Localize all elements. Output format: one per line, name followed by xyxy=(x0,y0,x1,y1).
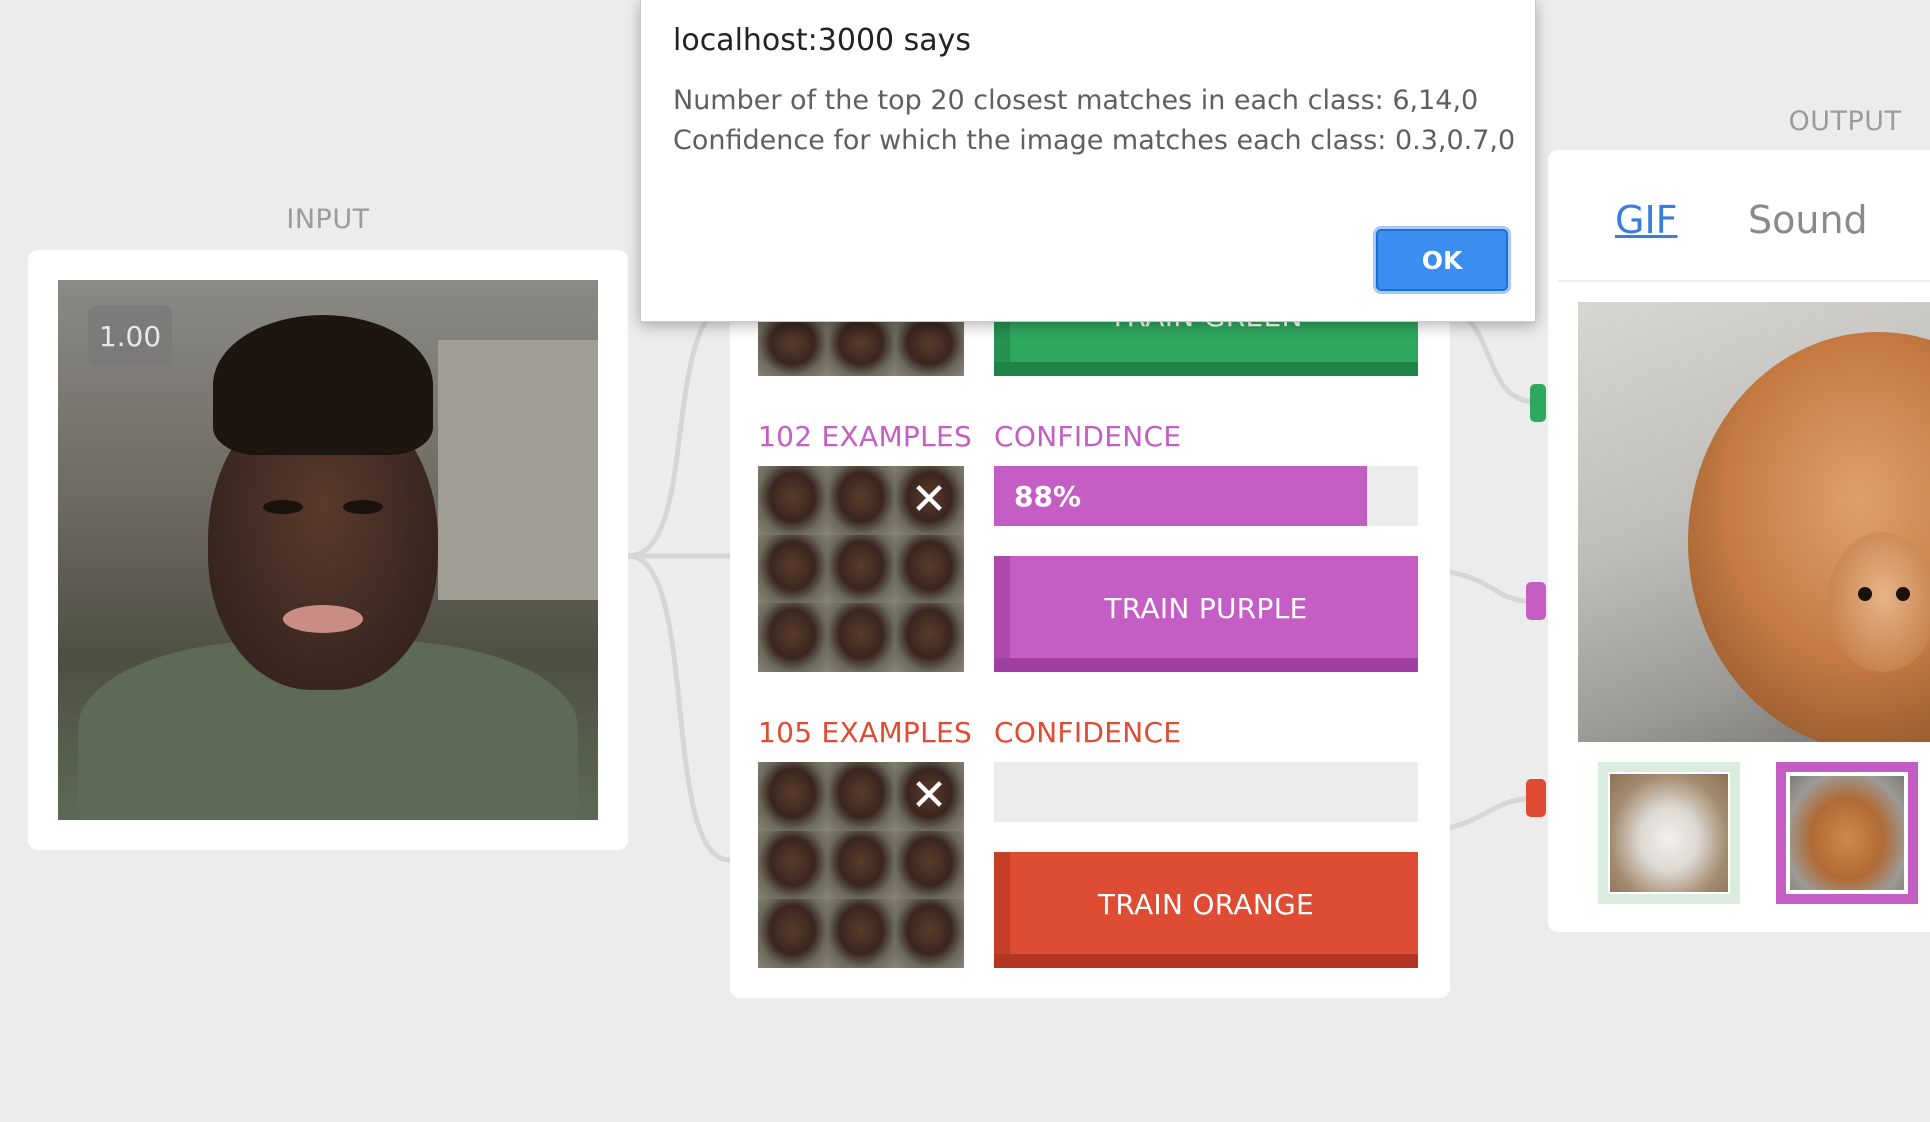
orange-confidence-bar xyxy=(994,762,1418,822)
output-card: GIF Sound xyxy=(1548,150,1930,932)
purple-confidence-label: CONFIDENCE xyxy=(994,420,1182,453)
tab-sound[interactable]: Sound xyxy=(1748,198,1868,242)
train-orange-label: TRAIN ORANGE xyxy=(1097,887,1315,921)
purple-confidence-fill: 88% xyxy=(994,466,1368,526)
alert-dialog: localhost:3000 says Number of the top 20… xyxy=(640,0,1536,322)
dialog-title: localhost:3000 says xyxy=(673,23,972,58)
ok-button[interactable]: OK xyxy=(1376,229,1508,291)
purple-confidence-bar: 88% xyxy=(994,466,1418,526)
dialog-message-line-1: Number of the top 20 closest matches in … xyxy=(673,85,1479,116)
input-card: 1.00 xyxy=(28,250,628,850)
output-thumbnail-cat[interactable] xyxy=(1598,762,1740,904)
orange-confidence-label: CONFIDENCE xyxy=(994,716,1182,749)
orange-examples-count: 105 EXAMPLES xyxy=(758,716,973,749)
delete-examples-icon[interactable]: ✕ xyxy=(905,774,953,822)
purple-examples-count: 102 EXAMPLES xyxy=(758,420,973,453)
gif-preview xyxy=(1578,302,1930,742)
green-example-thumbnails xyxy=(758,316,964,376)
confidence-badge: 1.00 xyxy=(88,305,172,367)
train-purple-label: TRAIN PURPLE xyxy=(1104,591,1308,625)
delete-examples-icon[interactable]: ✕ xyxy=(905,478,953,526)
input-section-title: INPUT xyxy=(286,204,370,235)
output-section-title: OUTPUT xyxy=(1788,106,1902,137)
tab-gif[interactable]: GIF xyxy=(1615,198,1678,242)
dialog-message-line-2: Confidence for which the image matches e… xyxy=(673,125,1516,156)
output-thumbnail-dog[interactable] xyxy=(1776,762,1918,904)
train-orange-button[interactable]: TRAIN ORANGE xyxy=(994,852,1418,968)
train-purple-button[interactable]: TRAIN PURPLE xyxy=(994,556,1418,672)
